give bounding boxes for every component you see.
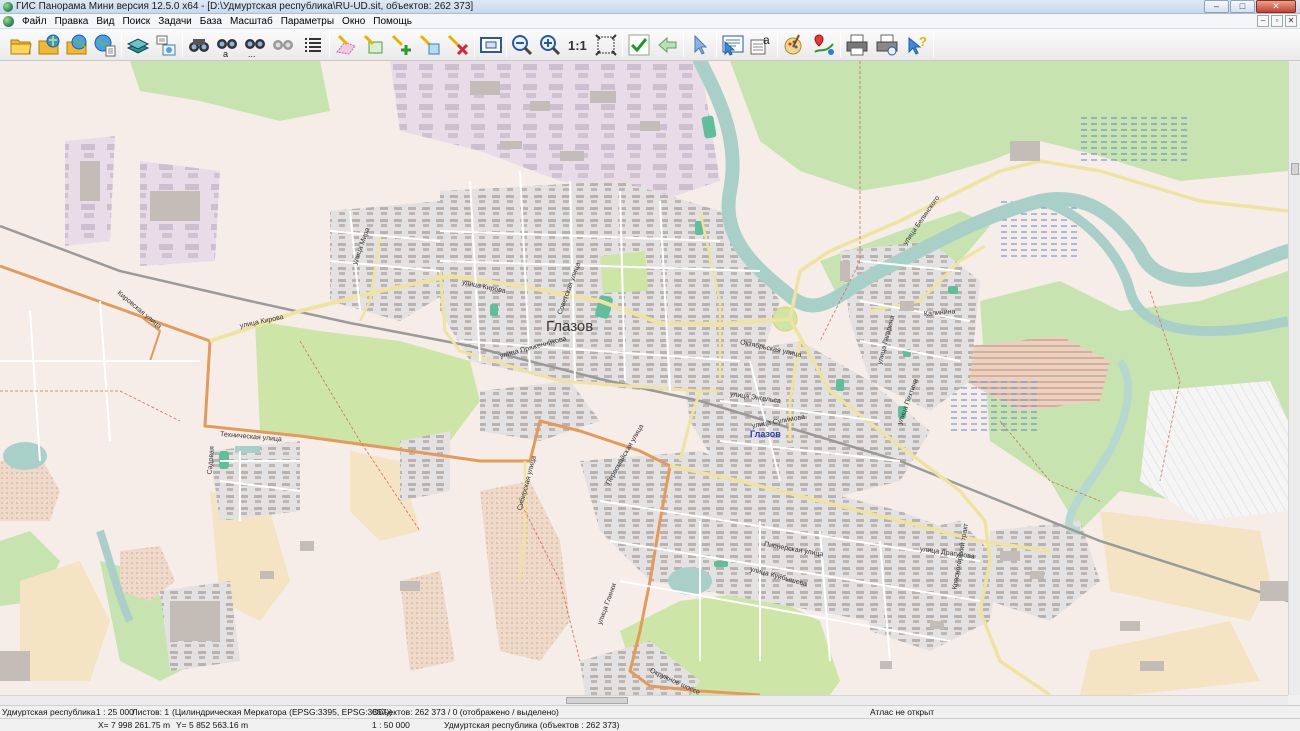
- vertical-scrollbar[interactable]: [1288, 61, 1300, 695]
- binoculars-more-icon[interactable]: ...: [242, 32, 268, 58]
- toolbar-separator: [777, 33, 778, 57]
- app-window: ГИС Панорама Мини версия 12.5.0 x64 - [D…: [0, 0, 1300, 731]
- horizontal-scroll-thumb[interactable]: [566, 697, 628, 704]
- toolbar-separator: [683, 33, 684, 57]
- svg-text:?: ?: [919, 34, 927, 49]
- menu-bar: Файл Правка Вид Поиск Задачи База Масшта…: [0, 14, 1300, 29]
- add-object-icon[interactable]: [389, 32, 415, 58]
- map-info-icon[interactable]: [92, 32, 118, 58]
- legend-icon[interactable]: [153, 32, 179, 58]
- doc-minimize-button[interactable]: –: [1257, 15, 1269, 27]
- toolbar-separator: [474, 33, 475, 57]
- vertical-scroll-thumb[interactable]: [1291, 163, 1299, 175]
- apply-check-icon[interactable]: [626, 32, 652, 58]
- object-info-icon[interactable]: [720, 32, 746, 58]
- toolbar-separator: [933, 33, 934, 57]
- open-map-icon[interactable]: [64, 32, 90, 58]
- status-scale: 1 : 25 000: [96, 707, 134, 717]
- scale-1-1-button[interactable]: 1:1: [568, 38, 587, 53]
- binoculars-icon[interactable]: [186, 32, 212, 58]
- doc-restore-button[interactable]: ▫: [1271, 15, 1283, 27]
- print-preview-icon[interactable]: [874, 32, 900, 58]
- open-folder-icon[interactable]: [8, 32, 34, 58]
- status-y-coordinate: Y= 5 852 563.16 m: [176, 720, 249, 730]
- svg-text:...: ...: [248, 49, 256, 58]
- list-icon[interactable]: [300, 32, 326, 58]
- map-base-layer: [0, 61, 1288, 695]
- window-controls: – □ ✕: [1204, 0, 1296, 13]
- menu-view[interactable]: Вид: [92, 15, 118, 28]
- svg-text:a: a: [763, 33, 770, 47]
- menu-search[interactable]: Поиск: [118, 15, 154, 28]
- status-x-coordinate: X= 7 998 261.75 m: [98, 720, 171, 730]
- back-arrow-icon[interactable]: [654, 32, 680, 58]
- menu-database[interactable]: База: [196, 15, 226, 28]
- main-toolbar: a ... 1:1 a ?: [0, 29, 1300, 61]
- app-globe-icon: [3, 2, 13, 12]
- menu-file[interactable]: Файл: [18, 15, 51, 28]
- city-label: Глазов: [546, 318, 594, 335]
- edit-object-icon[interactable]: [417, 32, 443, 58]
- status-scale-secondary: 1 : 50 000: [372, 720, 410, 730]
- menu-help[interactable]: Помощь: [369, 15, 416, 28]
- paint-brush-icon[interactable]: [781, 32, 807, 58]
- status-sheets: Листов: 1: [132, 707, 170, 717]
- print-icon[interactable]: [844, 32, 870, 58]
- select-area-icon[interactable]: [361, 32, 387, 58]
- maximize-button[interactable]: □: [1230, 0, 1255, 13]
- status-objects: Объектов: 262 373 / 0 (отображено / выде…: [372, 707, 559, 717]
- minimize-button[interactable]: –: [1204, 0, 1229, 13]
- close-button[interactable]: ✕: [1256, 0, 1296, 13]
- zoom-extent-icon[interactable]: [593, 32, 619, 58]
- delete-object-icon[interactable]: [445, 32, 471, 58]
- open-data-icon[interactable]: [36, 32, 62, 58]
- toolbar-separator: [622, 33, 623, 57]
- help-pointer-icon[interactable]: ?: [904, 32, 930, 58]
- menu-edit[interactable]: Правка: [51, 15, 93, 28]
- menu-window[interactable]: Окно: [338, 15, 369, 28]
- horizontal-scrollbar[interactable]: [0, 695, 1288, 705]
- zoom-out-icon[interactable]: [509, 32, 535, 58]
- view-window-icon[interactable]: [478, 32, 504, 58]
- status-projection: (Цилиндрическая Меркатора (EPSG:3395, EP…: [172, 707, 393, 717]
- pointer-icon[interactable]: [687, 32, 713, 58]
- toolbar-separator: [121, 33, 122, 57]
- document-globe-icon[interactable]: [3, 16, 14, 27]
- status-bar-top: Удмуртская республика 1 : 25 000 Листов:…: [0, 705, 1300, 718]
- status-atlas: Атлас не открыт: [870, 707, 935, 717]
- window-title: ГИС Панорама Мини версия 12.5.0 x64 - [D…: [16, 1, 474, 12]
- station-label: Глазов: [750, 429, 781, 439]
- layers-icon[interactable]: [125, 32, 151, 58]
- doc-close-button[interactable]: ✕: [1285, 15, 1297, 27]
- zoom-in-icon[interactable]: [537, 32, 563, 58]
- route-pin-icon[interactable]: [811, 32, 837, 58]
- toolbar-separator: [506, 33, 507, 57]
- status-region-objects: Удмуртская республика (объектов : 262 37…: [444, 720, 620, 730]
- toolbar-separator: [182, 33, 183, 57]
- svg-text:a: a: [223, 49, 228, 58]
- toolbar-separator: [329, 33, 330, 57]
- select-pen-icon[interactable]: [333, 32, 359, 58]
- menu-tasks[interactable]: Задачи: [154, 15, 196, 28]
- binoculars-attribute-icon[interactable]: a: [214, 32, 240, 58]
- menu-scale[interactable]: Масштаб: [226, 15, 277, 28]
- status-region: Удмуртская республика: [2, 707, 96, 717]
- binoculars-disabled-icon[interactable]: [270, 32, 296, 58]
- menu-parameters[interactable]: Параметры: [277, 15, 338, 28]
- toolbar-separator: [840, 33, 841, 57]
- toolbar-separator: [716, 33, 717, 57]
- map-canvas[interactable]: Глазов Глазов Кировская улица улица Киро…: [0, 61, 1288, 695]
- status-bar-bottom: X= 7 998 261.75 m Y= 5 852 563.16 m 1 : …: [0, 718, 1300, 731]
- title-bar: ГИС Панорама Мини версия 12.5.0 x64 - [D…: [0, 0, 1300, 14]
- text-info-icon[interactable]: a: [748, 32, 774, 58]
